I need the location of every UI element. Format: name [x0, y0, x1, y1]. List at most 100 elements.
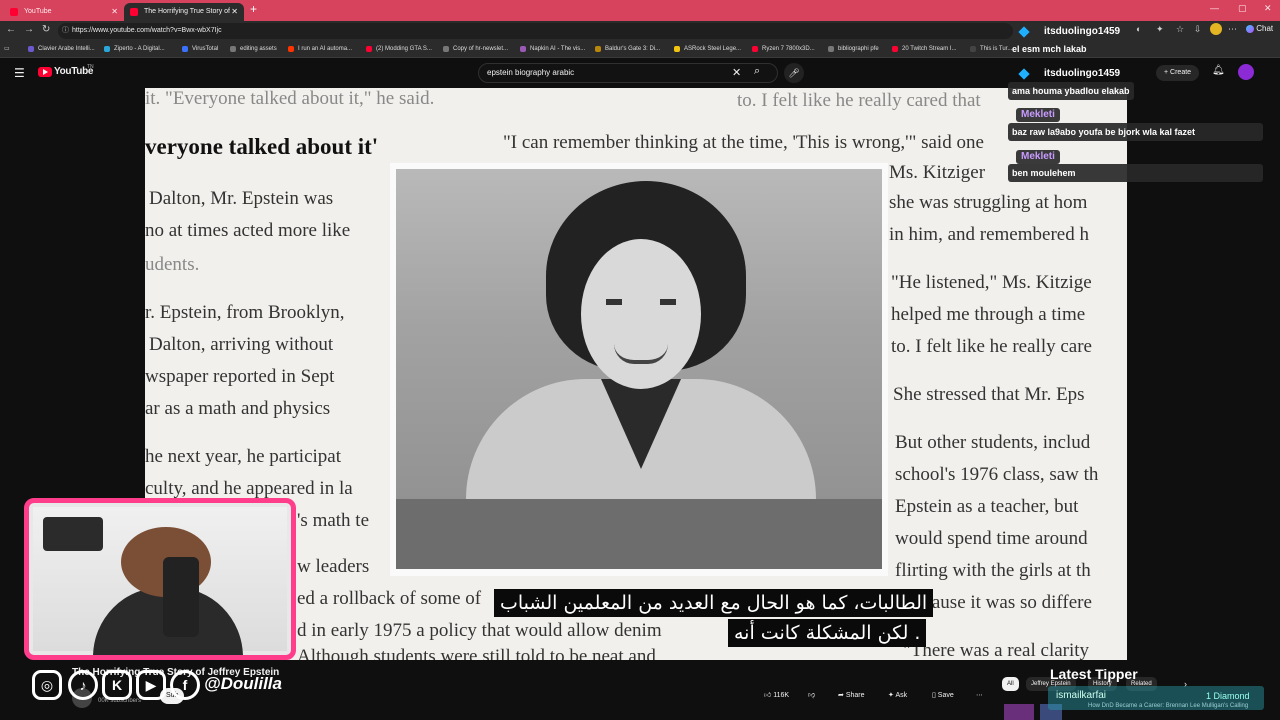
- create-label: Create: [1170, 69, 1192, 76]
- close-tab-icon[interactable]: ✕: [111, 3, 118, 21]
- photo-desk: [396, 499, 882, 569]
- search-icon[interactable]: ⌕: [754, 65, 760, 78]
- bookmark-favicon-icon: [366, 46, 372, 52]
- clear-search-icon[interactable]: ✕: [732, 66, 741, 79]
- instagram-icon: ◎: [32, 670, 62, 700]
- bookmark-favicon-icon: [752, 46, 758, 52]
- filter-chip-all[interactable]: All: [1002, 677, 1019, 691]
- like-button[interactable]: 👍︎ 116K: [764, 688, 789, 704]
- create-button[interactable]: + Create: [1156, 65, 1200, 81]
- bookmark-item[interactable]: Ryzen 7 7800x3D...: [752, 44, 815, 54]
- subtitle-line-2: . لكن المشكلة كانت أنه: [728, 619, 927, 647]
- new-tab-icon[interactable]: +: [250, 2, 257, 16]
- newspaper-line: ar as a math and physics: [145, 398, 331, 419]
- newspaper-line: udents.: [145, 254, 200, 275]
- bookmark-item[interactable]: Baldur's Gate 3: Di...: [595, 44, 660, 54]
- recommended-video-thumbnail[interactable]: [1004, 704, 1034, 720]
- newspaper-line: helped me through a time: [891, 304, 1086, 325]
- newspaper-line: it. "Everyone talked about it," he said.: [145, 88, 435, 109]
- save-button[interactable]: ▯ Save: [932, 688, 954, 704]
- forward-icon[interactable]: →: [24, 24, 34, 35]
- maximize-icon[interactable]: ▢: [1238, 3, 1247, 14]
- bookmark-item[interactable]: 20 Twitch Stream I...: [892, 44, 957, 54]
- bookmark-item[interactable]: Napkin AI - The vis...: [520, 44, 585, 54]
- youtube-favicon-icon: [130, 8, 138, 16]
- bookmark-item[interactable]: editing assets: [230, 44, 277, 54]
- bookmark-item[interactable]: bibliographi pfe: [828, 44, 879, 54]
- chat-button-label: Chat: [1256, 24, 1274, 33]
- bookmark-item[interactable]: Ziperto - A Digital...: [104, 44, 165, 54]
- tab-epstein-video[interactable]: The Horrifying True Story of Jeffre ✕: [124, 3, 244, 33]
- extensions-icon[interactable]: ✦: [1156, 24, 1164, 35]
- newspaper-line: "I can remember thinking at the time, 'T…: [503, 132, 984, 153]
- translate-icon[interactable]: ◐: [1136, 24, 1141, 34]
- chat-button[interactable]: Chat: [1246, 24, 1273, 33]
- photo-eyes: [606, 299, 676, 305]
- chat-message: ben moulehem: [1008, 164, 1263, 182]
- bookmark-item[interactable]: VirusTotal: [182, 44, 218, 54]
- close-tab-icon[interactable]: ✕: [231, 3, 238, 21]
- newspaper-line: to. I felt like he really care: [891, 336, 1092, 357]
- reload-icon[interactable]: ↻: [42, 24, 50, 35]
- share-button[interactable]: ➦ Share: [838, 688, 865, 704]
- chat-username: itsduolingo1459: [1044, 26, 1121, 37]
- back-icon[interactable]: ←: [6, 24, 16, 35]
- chat-message: baz raw la9abo youfa be bjork wla kal fa…: [1008, 123, 1263, 141]
- newspaper-line: Ms. Kitziger: [889, 162, 986, 183]
- tipper-name: ismailkarfai: [1056, 690, 1107, 701]
- downloads-icon[interactable]: ⇩: [1194, 24, 1202, 35]
- newspaper-line: culty, and he appeared in la: [145, 478, 353, 499]
- hamburger-menu-icon[interactable]: ☰: [14, 66, 25, 80]
- newspaper-line: ecause it was so differe: [915, 592, 1092, 613]
- chat-message: el esm mch lakab: [1012, 44, 1087, 54]
- bookmark-item[interactable]: (2) Modding GTA S...: [366, 44, 432, 54]
- newspaper-line: no at times acted more like: [145, 220, 351, 241]
- microphone-icon[interactable]: 🎤︎: [784, 63, 804, 83]
- search-query: epstein biography arabic: [487, 68, 575, 77]
- bookmark-item[interactable]: I run an AI automa...: [288, 44, 352, 54]
- bookmark-favicon-icon: [28, 46, 34, 52]
- like-count: 116K: [773, 692, 790, 699]
- bookmark-favicon-icon: [104, 46, 110, 52]
- bookmark-label: ASRock Steel Lege...: [684, 46, 742, 52]
- newspaper-line: Dalton, Mr. Epstein was: [149, 188, 334, 209]
- bookmark-label: bibliographi pfe: [838, 46, 879, 52]
- menu-dots-icon[interactable]: ⋯: [1228, 24, 1237, 35]
- more-actions-icon[interactable]: ⋯: [976, 688, 983, 704]
- notifications-bell-icon[interactable]: 🔔︎: [1212, 65, 1225, 76]
- minimize-icon[interactable]: —: [1210, 3, 1219, 13]
- bookmark-item[interactable]: ASRock Steel Lege...: [674, 44, 741, 54]
- bookmark-label: Ryzen 7 7800x3D...: [762, 46, 815, 52]
- newspaper-line: she was struggling at hom: [889, 192, 1088, 213]
- newspaper-line: ed a rollback of some of: [297, 588, 482, 609]
- bookmark-favicon-icon: [288, 46, 294, 52]
- bookmark-star-icon[interactable]: ☆: [1176, 24, 1184, 35]
- account-avatar[interactable]: [1238, 64, 1254, 80]
- newspaper-line: would spend time around: [895, 528, 1088, 549]
- bookmark-item[interactable]: This is Tur...: [970, 44, 1012, 54]
- bookmark-favicon-icon: [892, 46, 898, 52]
- bookmark-item[interactable]: Copy of hr-newslet...: [443, 44, 508, 54]
- kick-icon: K: [102, 670, 132, 700]
- dislike-button[interactable]: 👎︎: [808, 688, 815, 704]
- youtube-logo-icon[interactable]: [38, 67, 52, 77]
- apps-icon[interactable]: ▭: [4, 44, 10, 54]
- bookmark-label: Baldur's Gate 3: Di...: [605, 46, 661, 52]
- close-window-icon[interactable]: ✕: [1264, 3, 1272, 14]
- bookmark-label: (2) Modding GTA S...: [376, 46, 432, 52]
- youtube-play-icon: ▶: [136, 670, 166, 700]
- tab-youtube[interactable]: YouTube ✕: [4, 3, 124, 21]
- bookmark-label: Clavier Arabe Intelli...: [38, 46, 95, 52]
- newspaper-line: Although students were still told to be …: [297, 646, 656, 660]
- bookmark-label: 20 Twitch Stream I...: [902, 46, 957, 52]
- address-bar[interactable]: ⓘ https://www.youtube.com/watch?v=Bwx-wb…: [58, 23, 1013, 39]
- share-icon: ➦: [838, 692, 846, 699]
- newspaper-line: "He listened," Ms. Kitzige: [891, 272, 1092, 293]
- bookmark-favicon-icon: [182, 46, 188, 52]
- ask-button[interactable]: ✦ Ask: [888, 688, 907, 704]
- bookmark-item[interactable]: Clavier Arabe Intelli...: [28, 44, 95, 54]
- newspaper-line: "There was a real clarity: [903, 640, 1090, 660]
- profile-avatar[interactable]: [1210, 23, 1222, 35]
- facebook-icon: f: [170, 670, 200, 700]
- site-info-icon[interactable]: ⓘ: [62, 23, 69, 39]
